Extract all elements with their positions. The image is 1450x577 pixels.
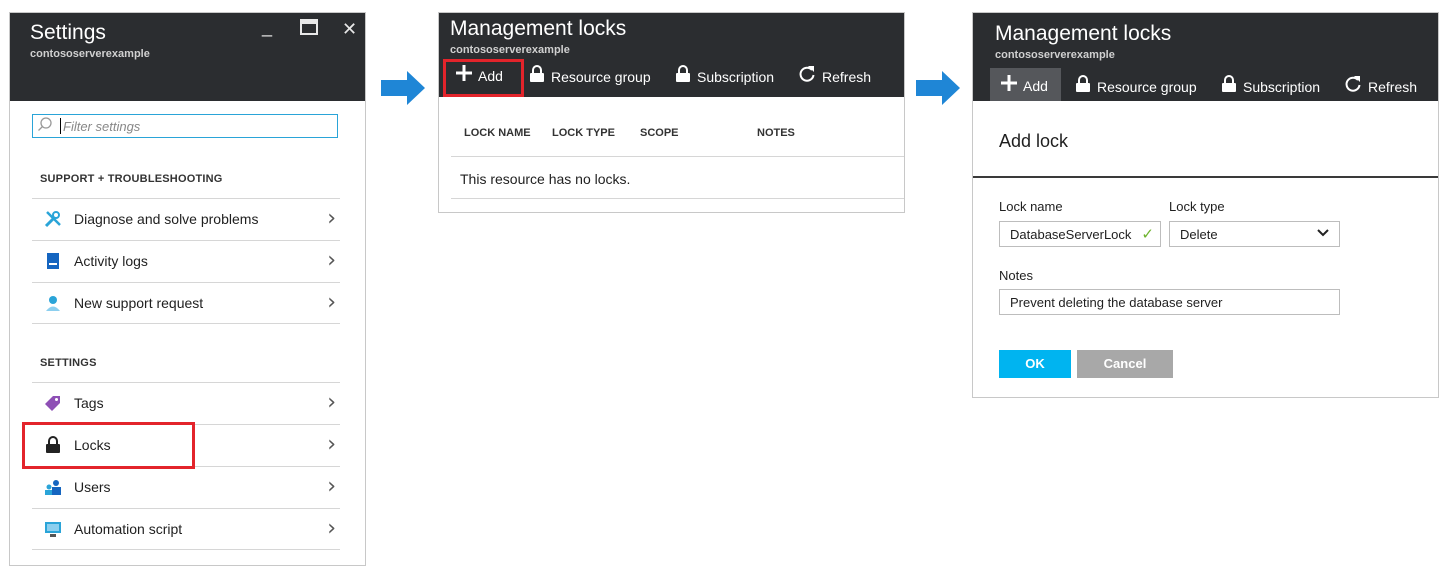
plus-icon [1001,75,1017,96]
chevron-right-icon: › [327,206,336,231]
refresh-icon [798,65,816,88]
menu-item-label: New support request [74,295,204,311]
search-icon [37,116,53,135]
users-icon [44,478,62,496]
lock-icon [1075,75,1091,98]
subscription-label: Subscription [1243,78,1321,95]
column-header-scope: SCOPE [640,127,679,139]
add-label: Add [1023,77,1048,94]
column-header-notes: NOTES [757,127,795,139]
log-icon [44,252,62,270]
blade-subtitle: contososerverexample [450,44,570,56]
refresh-label: Refresh [822,68,872,85]
blade-subtitle: contososerverexample [30,48,150,60]
refresh-icon [1344,75,1362,98]
divider [451,198,904,199]
management-locks-blade: Management locks contososerverexample Ad… [438,12,905,213]
cancel-button[interactable]: Cancel [1077,350,1173,378]
notes-value: Prevent deleting the database server [1010,295,1223,310]
resource-group-button[interactable]: Resource group [529,65,651,88]
filter-settings-input[interactable]: Filter settings [32,114,338,138]
resource-group-button[interactable]: Resource group [1075,75,1197,98]
resource-group-label: Resource group [551,68,651,85]
column-header-lock-name: LOCK NAME [464,127,531,139]
section-heading-support: SUPPORT + TROUBLESHOOTING [40,173,223,185]
minimize-icon[interactable]: _ [262,17,272,38]
refresh-button[interactable]: Refresh [1344,75,1417,98]
chevron-right-icon: › [327,290,336,315]
notes-input[interactable]: Prevent deleting the database server [999,289,1340,315]
menu-item-label: Diagnose and solve problems [74,211,259,227]
lock-icon [529,65,545,88]
lock-icon [1221,75,1237,98]
chevron-right-icon: › [327,248,336,273]
menu-item-new-support-request[interactable]: New support request › [32,282,340,324]
chevron-right-icon: › [327,432,336,457]
menu-item-label: Users [74,479,111,495]
checkmark-icon: ✓ [1141,226,1154,243]
chevron-right-icon: › [327,474,336,499]
blade-title: Settings [30,21,106,44]
add-highlight-box [443,59,524,97]
blade-title: Management locks [450,17,627,40]
empty-message: This resource has no locks. [460,171,631,187]
lock-name-input[interactable]: DatabaseServerLock ✓ [999,221,1161,247]
arrow-right-icon [381,71,425,105]
divider [451,156,904,157]
lock-type-label: Lock type [1169,199,1225,214]
subscription-label: Subscription [697,68,775,85]
menu-item-tags[interactable]: Tags › [32,382,340,424]
maximize-icon[interactable] [300,19,318,40]
section-heading-settings: SETTINGS [40,357,97,369]
add-button[interactable]: Add [1001,75,1048,96]
menu-item-activity-logs[interactable]: Activity logs › [32,240,340,282]
refresh-button[interactable]: Refresh [798,65,871,88]
chevron-down-icon [1317,225,1329,244]
menu-item-diagnose[interactable]: Diagnose and solve problems › [32,198,340,240]
column-header-lock-type: LOCK TYPE [552,127,615,139]
notes-label: Notes [999,268,1033,283]
ok-button[interactable]: OK [999,350,1071,378]
wrench-icon [44,210,62,228]
settings-blade: Settings contososerverexample _ ✕ Filter… [9,12,366,566]
filter-placeholder: Filter settings [63,119,141,134]
subscription-button[interactable]: Subscription [1221,75,1320,98]
text-cursor [60,118,61,134]
arrow-right-icon [916,71,960,105]
chevron-right-icon: › [327,516,336,541]
blade-title: Management locks [995,22,1172,45]
add-lock-blade: Management locks contososerverexample Ad… [972,12,1439,398]
locks-highlight-box [22,422,195,469]
tag-icon [44,394,62,412]
subscription-button[interactable]: Subscription [675,65,774,88]
menu-item-label: Automation script [74,521,183,537]
lock-type-select[interactable]: Delete [1169,221,1340,247]
lock-icon [675,65,691,88]
refresh-label: Refresh [1368,78,1418,95]
lock-name-value: DatabaseServerLock [1010,227,1132,242]
script-icon [44,520,62,538]
settings-header: Settings contososerverexample _ ✕ [10,13,365,101]
add-lock-heading: Add lock [999,131,1069,151]
resource-group-label: Resource group [1097,78,1197,95]
lock-name-label: Lock name [999,199,1063,214]
close-icon[interactable]: ✕ [342,19,357,40]
menu-item-automation-script[interactable]: Automation script › [32,508,340,550]
menu-item-label: Tags [74,395,104,411]
blade-subtitle: contososerverexample [995,49,1115,61]
heading-divider [973,176,1438,178]
lock-type-value: Delete [1180,227,1218,242]
locks-header: Management locks contososerverexample Ad… [973,13,1438,101]
menu-item-label: Activity logs [74,253,148,269]
chevron-right-icon: › [327,390,336,415]
support-person-icon [44,294,62,312]
menu-item-users[interactable]: Users › [32,466,340,508]
